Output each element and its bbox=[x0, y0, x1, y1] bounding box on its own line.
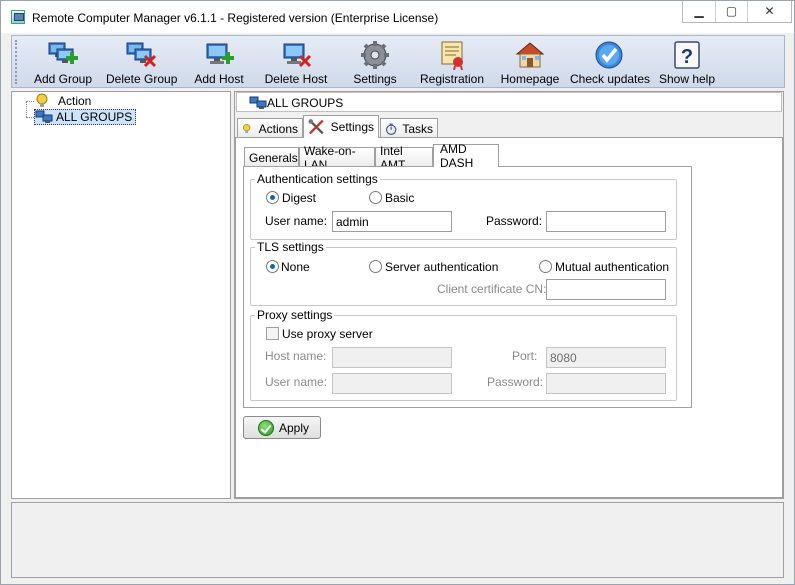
home-icon bbox=[515, 42, 545, 68]
client-cn-input[interactable] bbox=[546, 279, 666, 300]
mutual-auth-radio[interactable] bbox=[539, 260, 552, 273]
basic-radio[interactable] bbox=[369, 191, 382, 204]
digest-radio[interactable] bbox=[266, 191, 279, 204]
tab-label: AMD DASH bbox=[440, 142, 474, 170]
delete-group-button[interactable]: Delete Group bbox=[106, 38, 178, 86]
tools-icon bbox=[308, 119, 324, 135]
check-icon bbox=[595, 41, 623, 69]
add-group-icon bbox=[48, 42, 78, 64]
show-help-label: Show help bbox=[658, 72, 716, 86]
tab-actions[interactable]: Actions bbox=[237, 118, 303, 138]
mutual-auth-label: Mutual authentication bbox=[555, 260, 670, 274]
subtab-generals[interactable]: Generals bbox=[244, 147, 299, 167]
tree-item-all-groups[interactable]: ALL GROUPS bbox=[34, 109, 137, 125]
host-name-label: Host name: bbox=[265, 349, 327, 363]
port-label: Port: bbox=[512, 349, 538, 363]
check-updates-label: Check updates bbox=[570, 72, 651, 86]
help-icon: ? bbox=[674, 41, 700, 69]
server-auth-label: Server authentication bbox=[385, 260, 499, 274]
subtab-wake-on-lan[interactable]: Wake-on-LAN bbox=[299, 144, 375, 172]
window-title: Remote Computer Manager v6.1.1 - Registe… bbox=[32, 11, 439, 25]
server-auth-radio[interactable] bbox=[369, 260, 382, 273]
apply-label: Apply bbox=[279, 420, 310, 435]
host-name-input[interactable] bbox=[332, 347, 452, 368]
show-help-button[interactable]: ? Show help bbox=[658, 38, 716, 86]
password-label: Password: bbox=[486, 214, 543, 228]
homepage-button[interactable]: Homepage bbox=[500, 38, 560, 86]
tree-connector bbox=[26, 117, 34, 118]
tree-item-label: ALL GROUPS bbox=[56, 110, 133, 124]
apply-button[interactable]: Apply bbox=[243, 416, 321, 439]
tab-tasks[interactable]: Tasks bbox=[380, 118, 438, 138]
minimize-button[interactable]: ▁ bbox=[683, 1, 715, 22]
delete-group-label: Delete Group bbox=[106, 72, 178, 86]
svg-text:?: ? bbox=[681, 46, 693, 68]
group-title: Authentication settings bbox=[255, 172, 380, 186]
network-icon bbox=[249, 96, 267, 109]
delete-group-icon bbox=[126, 42, 157, 68]
tab-settings[interactable]: Settings bbox=[303, 115, 379, 138]
delete-host-label: Delete Host bbox=[264, 72, 328, 86]
window-controls: ▁ ▢ ✕ bbox=[682, 1, 792, 23]
tls-none-radio[interactable] bbox=[266, 260, 279, 273]
app-icon bbox=[11, 10, 25, 24]
basic-label: Basic bbox=[385, 191, 415, 205]
port-input[interactable] bbox=[546, 347, 666, 368]
close-button[interactable]: ✕ bbox=[747, 1, 791, 22]
registration-icon bbox=[441, 41, 463, 70]
check-icon bbox=[258, 419, 274, 436]
subtab-amd-dash[interactable]: AMD DASH bbox=[433, 142, 499, 170]
add-host-button[interactable]: Add Host bbox=[188, 38, 250, 86]
network-icon bbox=[35, 110, 53, 123]
log-panel[interactable] bbox=[11, 502, 784, 578]
tree-connector bbox=[26, 101, 34, 102]
username-input[interactable] bbox=[332, 211, 452, 232]
add-group-button[interactable]: Add Group bbox=[30, 38, 96, 86]
toolbar: Add Group Delete Group Add Host Delete H… bbox=[11, 35, 785, 88]
app-window: Remote Computer Manager v6.1.1 - Registe… bbox=[0, 0, 795, 585]
maximize-button[interactable]: ▢ bbox=[715, 1, 747, 22]
tree-panel[interactable] bbox=[11, 91, 231, 499]
add-group-label: Add Group bbox=[33, 72, 93, 86]
registration-button[interactable]: Registration bbox=[414, 38, 490, 86]
client-cn-label: Client certificate CN: bbox=[437, 282, 547, 296]
tls-none-label: None bbox=[281, 260, 310, 274]
group-title: TLS settings bbox=[255, 240, 326, 254]
bulb-icon bbox=[36, 93, 48, 107]
tab-label: Tasks bbox=[402, 121, 433, 136]
homepage-label: Homepage bbox=[500, 72, 560, 86]
use-proxy-checkbox[interactable] bbox=[266, 327, 279, 340]
gear-icon bbox=[361, 41, 389, 69]
add-host-icon bbox=[206, 43, 234, 64]
username-label: User name: bbox=[265, 214, 328, 228]
proxy-username-input[interactable] bbox=[332, 373, 452, 394]
settings-label: Settings bbox=[353, 72, 397, 86]
tab-label: Settings bbox=[330, 120, 374, 134]
check-updates-button[interactable]: Check updates bbox=[570, 38, 651, 86]
group-title: Proxy settings bbox=[255, 308, 335, 322]
tree-connector bbox=[26, 101, 27, 117]
use-proxy-label: Use proxy server bbox=[282, 327, 373, 341]
proxy-password-label: Password: bbox=[487, 375, 544, 389]
proxy-username-label: User name: bbox=[265, 375, 328, 389]
tab-label: Actions bbox=[258, 121, 298, 136]
delete-host-button[interactable]: Delete Host bbox=[262, 38, 330, 86]
tree-item-label: Action bbox=[58, 94, 92, 108]
proxy-password-input[interactable] bbox=[546, 373, 666, 394]
group-header-title: ALL GROUPS bbox=[267, 96, 344, 110]
bulb-icon bbox=[242, 123, 251, 133]
group-header: ALL GROUPS bbox=[236, 92, 782, 112]
add-host-label: Add Host bbox=[194, 72, 244, 86]
title-bar: Remote Computer Manager v6.1.1 - Registe… bbox=[1, 1, 794, 33]
subtab-intel-amt[interactable]: Intel AMT bbox=[375, 144, 433, 172]
settings-button[interactable]: Settings bbox=[346, 38, 404, 86]
delete-host-icon bbox=[283, 43, 312, 68]
digest-label: Digest bbox=[282, 191, 317, 205]
registration-label: Registration bbox=[419, 72, 485, 86]
stopwatch-icon bbox=[385, 123, 397, 135]
tab-label: Generals bbox=[249, 150, 298, 165]
tree-item-action[interactable]: Action bbox=[35, 93, 91, 109]
password-input[interactable] bbox=[546, 211, 666, 232]
toolbar-grip[interactable] bbox=[15, 40, 18, 84]
